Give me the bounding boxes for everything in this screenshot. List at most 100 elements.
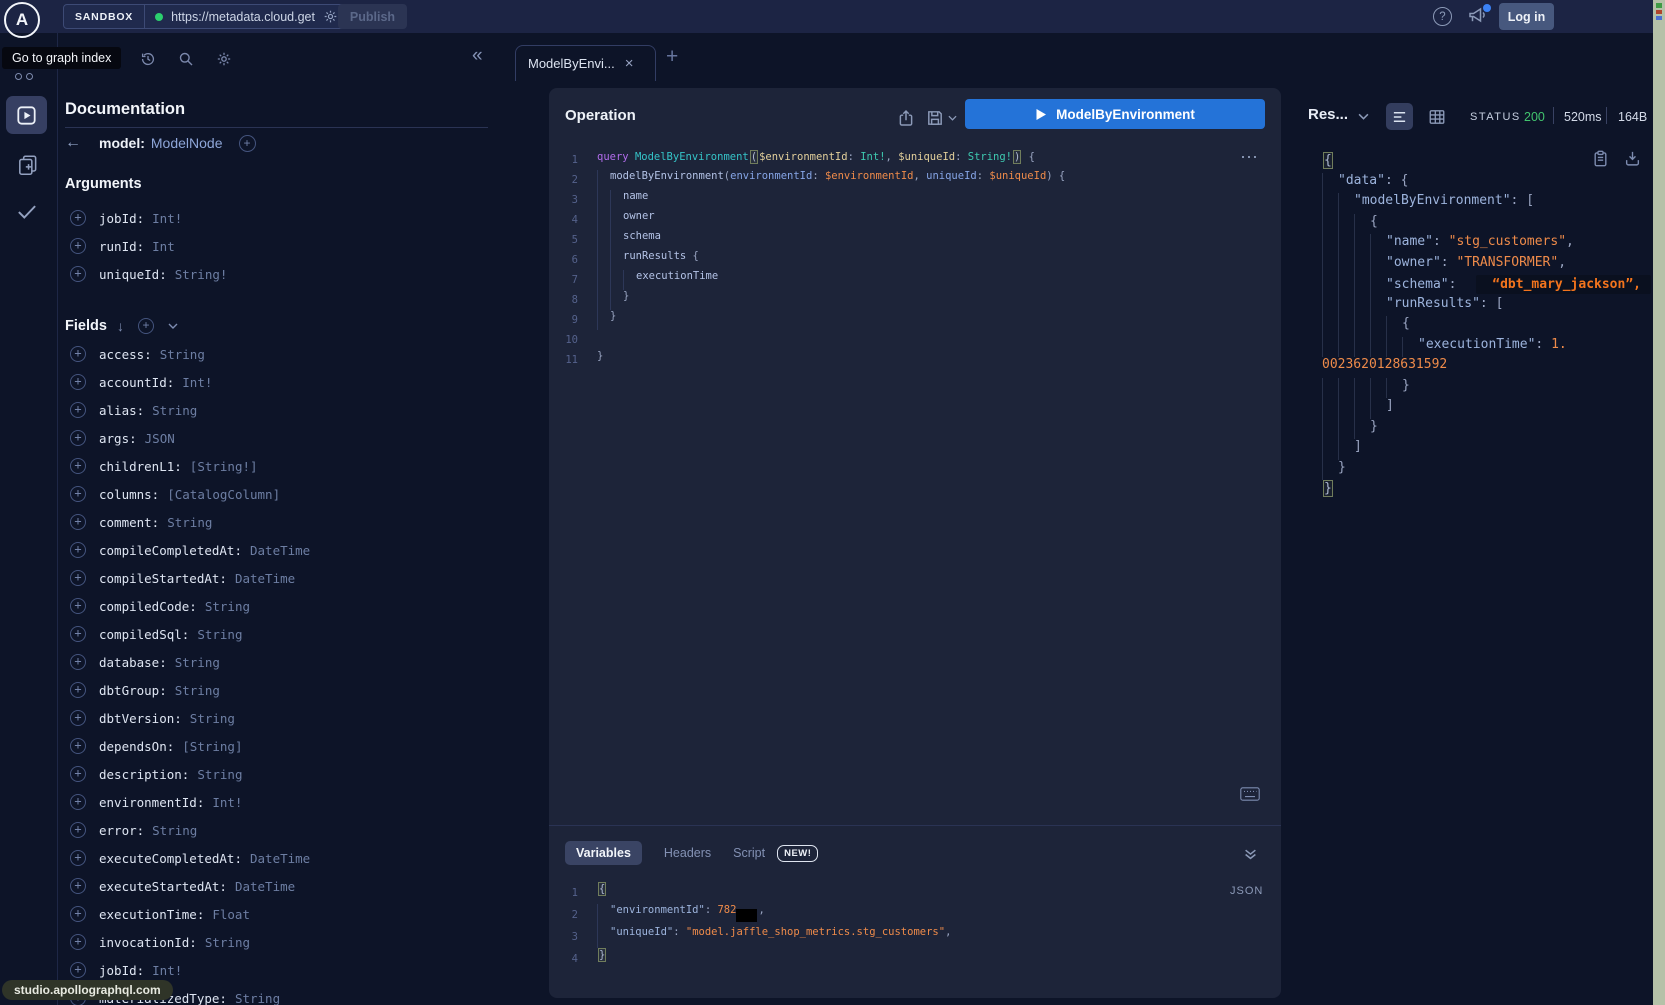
field-row[interactable]: +columns:[CatalogColumn]: [57, 480, 497, 508]
field-row[interactable]: +runId:Int: [57, 232, 497, 260]
add-all-fields-icon[interactable]: +: [138, 318, 154, 334]
publish-button[interactable]: Publish: [338, 4, 407, 29]
add-to-query-icon[interactable]: +: [70, 822, 86, 838]
field-row[interactable]: +args:JSON: [57, 424, 497, 452]
tab-variables[interactable]: Variables: [565, 841, 642, 865]
field-row[interactable]: +executeStartedAt:DateTime: [57, 872, 497, 900]
settings-gear-icon[interactable]: [216, 51, 232, 67]
add-to-query-icon[interactable]: +: [70, 210, 86, 226]
add-to-query-icon[interactable]: +: [70, 238, 86, 254]
endpoint-url-input[interactable]: https://metadata.cloud.get: [171, 10, 315, 24]
field-row[interactable]: +alias:String: [57, 396, 497, 424]
field-name: error:: [99, 823, 144, 838]
tab-modelbyenvironment[interactable]: ModelByEnvi... ×: [515, 45, 656, 81]
apollo-logo[interactable]: A: [4, 2, 40, 38]
add-to-query-icon[interactable]: +: [70, 598, 86, 614]
graph-index-icon[interactable]: [15, 73, 22, 80]
field-type-link[interactable]: ModelNode: [151, 135, 223, 151]
add-to-query-icon[interactable]: +: [70, 458, 86, 474]
add-to-query-icon[interactable]: +: [70, 766, 86, 782]
add-to-query-icon[interactable]: +: [70, 542, 86, 558]
field-row[interactable]: +environmentId:Int!: [57, 788, 497, 816]
field-type: Int!: [152, 963, 182, 978]
field-row[interactable]: +accountId:Int!: [57, 368, 497, 396]
add-to-query-icon[interactable]: +: [70, 962, 86, 978]
view-json-toggle[interactable]: [1386, 103, 1413, 130]
back-arrow-icon[interactable]: ←: [65, 134, 81, 152]
save-menu-chevron-icon[interactable]: [948, 115, 957, 121]
sidebar-item-operation-collections[interactable]: [16, 153, 40, 177]
field-row[interactable]: +childrenL1:[String!]: [57, 452, 497, 480]
operation-editor[interactable]: 1query ModelByEnvironment($environmentId…: [556, 150, 1065, 370]
collapse-sidebar-icon[interactable]: «: [472, 46, 483, 65]
sort-fields-icon[interactable]: ↓: [117, 318, 124, 334]
field-row[interactable]: +access:String: [57, 340, 497, 368]
tab-close-icon[interactable]: ×: [625, 56, 634, 71]
field-row[interactable]: +executeCompletedAt:DateTime: [57, 844, 497, 872]
field-row[interactable]: +dbtVersion:String: [57, 704, 497, 732]
sidebar-item-explorer[interactable]: [6, 96, 47, 134]
add-to-query-icon[interactable]: +: [70, 654, 86, 670]
new-tab-button[interactable]: +: [666, 46, 678, 67]
add-to-query-icon[interactable]: +: [70, 738, 86, 754]
add-to-query-icon[interactable]: +: [70, 374, 86, 390]
collapse-variables-icon[interactable]: [1244, 849, 1257, 860]
add-to-query-icon[interactable]: +: [70, 878, 86, 894]
tab-headers[interactable]: Headers: [664, 846, 711, 860]
line-number: 1: [556, 150, 578, 170]
field-name: accountId:: [99, 375, 174, 390]
field-type: String: [175, 683, 220, 698]
field-row[interactable]: +dbtGroup:String: [57, 676, 497, 704]
graph-endpoint-box[interactable]: SANDBOX https://metadata.cloud.get: [63, 4, 347, 29]
add-to-query-icon[interactable]: +: [70, 570, 86, 586]
add-to-query-icon[interactable]: +: [70, 906, 86, 922]
chevron-down-icon[interactable]: [168, 323, 178, 329]
field-row[interactable]: +comment:String: [57, 508, 497, 536]
add-to-query-icon[interactable]: +: [70, 850, 86, 866]
operation-menu-icon[interactable]: ⋯: [1240, 147, 1259, 168]
add-to-query-icon[interactable]: +: [70, 430, 86, 446]
field-row[interactable]: +invocationId:String: [57, 928, 497, 956]
help-icon[interactable]: ?: [1433, 7, 1452, 26]
add-to-query-icon[interactable]: +: [70, 934, 86, 950]
add-to-query-icon[interactable]: +: [70, 682, 86, 698]
add-to-query-icon[interactable]: +: [239, 135, 256, 152]
sidebar-item-checks[interactable]: [14, 198, 40, 224]
field-type: String: [235, 991, 280, 1005]
tab-script[interactable]: Script: [733, 846, 765, 860]
add-to-query-icon[interactable]: +: [70, 514, 86, 530]
field-row[interactable]: +description:String: [57, 760, 497, 788]
add-to-query-icon[interactable]: +: [70, 710, 86, 726]
field-row[interactable]: +compiledSql:String: [57, 620, 497, 648]
keyboard-shortcuts-icon[interactable]: [1240, 787, 1260, 801]
add-to-query-icon[interactable]: +: [70, 794, 86, 810]
variables-editor[interactable]: 1{2"environmentId": 782,3"uniqueId": "mo…: [556, 882, 951, 970]
graph-index-icon[interactable]: [26, 73, 33, 80]
search-icon[interactable]: [178, 51, 194, 67]
add-to-query-icon[interactable]: +: [70, 402, 86, 418]
field-row[interactable]: +database:String: [57, 648, 497, 676]
save-operation-icon[interactable]: [926, 109, 944, 127]
field-row[interactable]: +compileCompletedAt:DateTime: [57, 536, 497, 564]
field-row[interactable]: +dependsOn:[String]: [57, 732, 497, 760]
endpoint-settings-gear-icon[interactable]: [323, 9, 338, 24]
field-row[interactable]: +jobId:Int!: [57, 204, 497, 232]
add-to-query-icon[interactable]: +: [70, 486, 86, 502]
field-row[interactable]: +executionTime:Float: [57, 900, 497, 928]
field-row[interactable]: +uniqueId:String!: [57, 260, 497, 288]
field-row[interactable]: +compileStartedAt:DateTime: [57, 564, 497, 592]
response-chevron-icon[interactable]: [1358, 113, 1369, 120]
login-button[interactable]: Log in: [1499, 3, 1554, 30]
run-operation-button[interactable]: ModelByEnvironment: [965, 99, 1265, 129]
response-dropdown[interactable]: Res...: [1308, 106, 1348, 123]
add-to-query-icon[interactable]: +: [70, 266, 86, 282]
view-table-toggle[interactable]: [1428, 108, 1446, 126]
add-to-query-icon[interactable]: +: [70, 626, 86, 642]
field-name: compiledCode:: [99, 599, 197, 614]
history-icon[interactable]: [140, 51, 156, 67]
add-to-query-icon[interactable]: +: [70, 346, 86, 362]
announcements-megaphone-icon[interactable]: [1466, 5, 1490, 27]
field-row[interactable]: +error:String: [57, 816, 497, 844]
share-operation-icon[interactable]: [897, 109, 915, 127]
field-row[interactable]: +compiledCode:String: [57, 592, 497, 620]
